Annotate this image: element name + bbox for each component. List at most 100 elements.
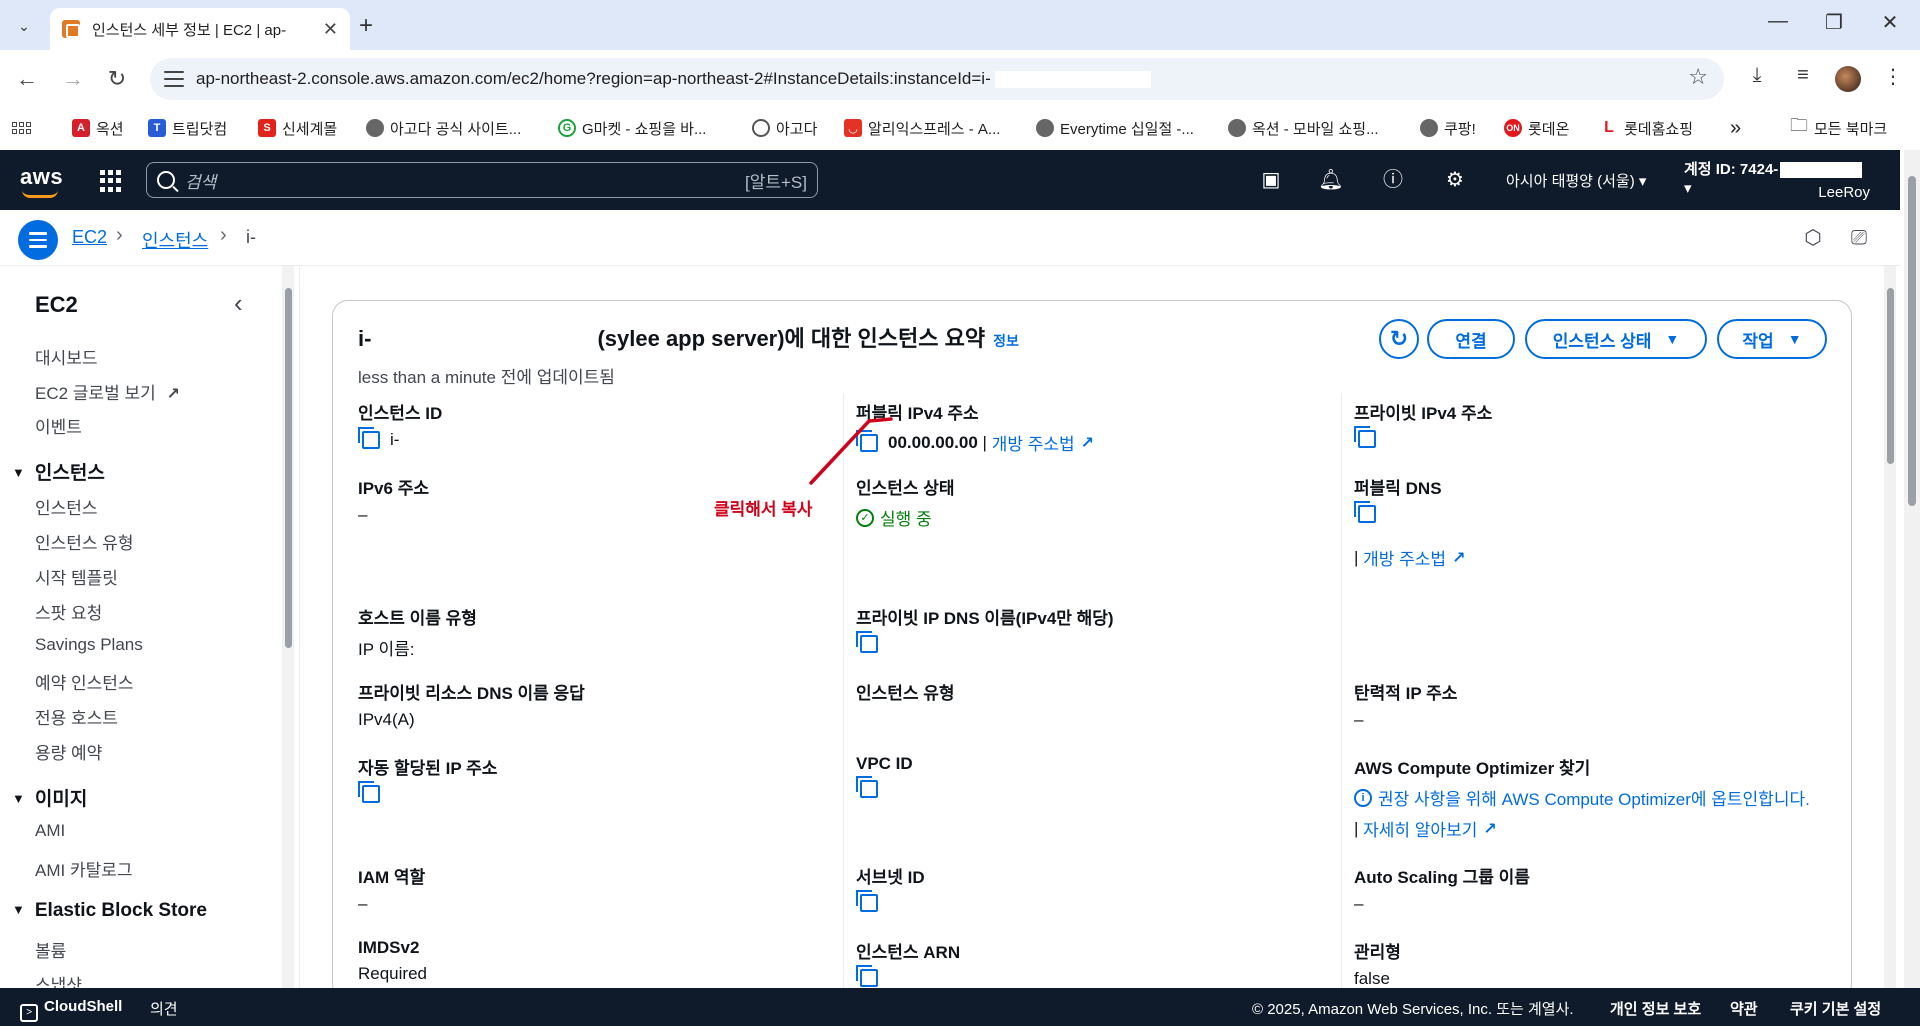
breadcrumb-instances[interactable]: 인스턴스: [142, 227, 208, 253]
copy-icon[interactable]: [856, 890, 878, 912]
gmarket-icon: G: [558, 119, 576, 137]
copy-icon[interactable]: [856, 776, 878, 798]
privacy-link[interactable]: 개인 정보 보호: [1610, 998, 1701, 1019]
cloudshell-button[interactable]: > CloudShell: [20, 998, 122, 1022]
copy-icon[interactable]: [856, 965, 878, 987]
cookie-preferences-link[interactable]: 쿠키 기본 설정: [1790, 998, 1881, 1019]
bookmark-item[interactable]: S 신세계몰: [258, 112, 337, 144]
notifications-panel-icon[interactable]: ⬡: [1800, 225, 1826, 251]
side-section-images[interactable]: 이미지: [12, 784, 87, 811]
apps-icon[interactable]: [12, 112, 31, 144]
browser-tab[interactable]: 인스턴스 세부 정보 | EC2 | ap- ✕: [50, 8, 350, 50]
side-item-snapshots[interactable]: 스냅샷: [35, 971, 82, 988]
side-scrollbar-thumb[interactable]: [285, 288, 292, 648]
field-iam-role: IAM 역할 –: [358, 868, 426, 913]
field-compute-optimizer: AWS Compute Optimizer 찾기 i 권장 사항을 위해 AWS …: [1354, 759, 1810, 841]
globe-icon: [1036, 119, 1054, 137]
url-text[interactable]: ap-northeast-2.console.aws.amazon.com/ec…: [196, 69, 991, 89]
bookmark-item[interactable]: ◡ 알리익스프레스 - A...: [844, 112, 1000, 144]
bookmark-item[interactable]: 옥션 - 모바일 쇼핑...: [1228, 112, 1379, 144]
close-tab-icon[interactable]: ✕: [323, 19, 338, 40]
bookmark-item[interactable]: 아고다: [752, 112, 817, 144]
services-grid-icon[interactable]: [100, 170, 122, 192]
bookmark-item[interactable]: ON 롯데온: [1504, 112, 1569, 144]
info-link[interactable]: 정보: [993, 333, 1019, 349]
side-nav-toggle-icon[interactable]: [18, 220, 58, 260]
side-item-spot-requests[interactable]: 스팟 요청: [35, 599, 102, 624]
side-item-capacity-reservations[interactable]: 용량 예약: [35, 739, 102, 764]
copy-icon[interactable]: [358, 427, 380, 449]
region-selector[interactable]: 아시아 태평양 (서울) ▾: [1506, 170, 1646, 191]
instance-state-button[interactable]: 인스턴스 상태 ▼: [1525, 319, 1707, 359]
bookmark-item[interactable]: A 옥션: [72, 112, 124, 144]
cloudshell-icon[interactable]: ▣: [1258, 167, 1284, 193]
bookmark-item[interactable]: Everytime 십일절 -...: [1036, 112, 1194, 144]
side-section-instances[interactable]: 인스턴스: [12, 458, 105, 485]
bookmark-item[interactable]: L 롯데홈쇼핑: [1600, 112, 1693, 144]
aws-logo[interactable]: aws: [20, 164, 63, 190]
copy-icon[interactable]: [856, 631, 878, 653]
side-item-global-view[interactable]: EC2 글로벌 보기 ↗: [35, 379, 180, 404]
bookmark-item[interactable]: G G마켓 - 쇼핑을 바...: [558, 112, 706, 144]
bookmark-item[interactable]: T 트립닷컴: [148, 112, 227, 144]
optimizer-opt-in-link[interactable]: 권장 사항을 위해 AWS Compute Optimizer에 옵트인합니다.: [1378, 785, 1810, 810]
connect-button[interactable]: 연결: [1427, 319, 1515, 359]
side-item-savings-plans[interactable]: Savings Plans: [35, 635, 143, 655]
menu-icon[interactable]: ⋮: [1878, 64, 1908, 89]
side-item-reserved-instances[interactable]: 예약 인스턴스: [35, 669, 134, 694]
breadcrumb-ec2[interactable]: EC2: [72, 227, 107, 248]
refresh-button[interactable]: ↻: [1379, 319, 1419, 359]
tools-panel-icon[interactable]: ⎚: [1846, 225, 1872, 251]
collapse-icon[interactable]: ‹: [234, 288, 243, 319]
side-item-ami-catalog[interactable]: AMI 카탈로그: [35, 856, 133, 881]
bell-icon[interactable]: 🔔︎: [1318, 167, 1344, 193]
profile-avatar[interactable]: [1835, 66, 1861, 92]
page-scrollbar[interactable]: [1904, 150, 1920, 988]
page-scrollbar-thumb[interactable]: [1908, 176, 1916, 506]
gear-icon[interactable]: ⚙: [1442, 167, 1468, 193]
forward-icon[interactable]: →: [58, 64, 88, 94]
learn-more-link[interactable]: 자세히 알아보기: [1363, 816, 1477, 841]
site-info-icon[interactable]: [164, 69, 184, 89]
restore-icon[interactable]: ❐: [1814, 10, 1854, 35]
main-scrollbar-thumb[interactable]: [1887, 288, 1894, 464]
reload-icon[interactable]: ↻: [102, 64, 132, 94]
side-section-ebs[interactable]: Elastic Block Store: [12, 900, 207, 922]
lottehomeshop-icon: L: [1600, 119, 1618, 137]
copy-icon[interactable]: [358, 781, 380, 803]
copy-icon[interactable]: [1354, 426, 1376, 448]
actions-button[interactable]: 작업 ▼: [1717, 319, 1827, 359]
bookmark-star-icon[interactable]: ☆: [1688, 64, 1708, 90]
address-bar[interactable]: ap-northeast-2.console.aws.amazon.com/ec…: [150, 58, 1724, 100]
minimize-icon[interactable]: —: [1758, 10, 1798, 33]
help-icon[interactable]: ⓘ: [1380, 167, 1406, 193]
main-scrollbar[interactable]: [1884, 266, 1896, 988]
bookmark-item[interactable]: 아고다 공식 사이트...: [366, 112, 521, 144]
side-item-volumes[interactable]: 볼륨: [35, 937, 66, 962]
new-tab-icon[interactable]: +: [352, 12, 380, 40]
side-item-dashboard[interactable]: 대시보드: [35, 344, 98, 369]
search-input[interactable]: 검색 [알트+S]: [146, 162, 818, 198]
side-scrollbar[interactable]: [282, 266, 294, 988]
open-address-link[interactable]: 개방 주소법: [1363, 545, 1446, 570]
bookmarks-more[interactable]: »: [1730, 112, 1741, 144]
account-menu[interactable]: 계정 ID: 7424- ▾ LeeRoy: [1684, 158, 1870, 201]
side-item-launch-templates[interactable]: 시작 템플릿: [35, 564, 118, 589]
open-address-link[interactable]: 개방 주소법: [992, 430, 1075, 455]
side-item-dedicated-hosts[interactable]: 전용 호스트: [35, 704, 118, 729]
side-item-instances[interactable]: 인스턴스: [35, 494, 98, 519]
feedback-link[interactable]: 의견: [150, 998, 178, 1019]
side-item-ami[interactable]: AMI: [35, 821, 65, 841]
media-control-icon[interactable]: ≡: [1788, 64, 1818, 87]
terms-link[interactable]: 약관: [1730, 998, 1758, 1019]
download-icon[interactable]: ⤓: [1742, 64, 1772, 87]
side-item-events[interactable]: 이벤트: [35, 413, 82, 438]
all-bookmarks[interactable]: 🗀 모든 북마크: [1790, 112, 1887, 144]
close-window-icon[interactable]: ✕: [1870, 10, 1910, 35]
tab-search-icon[interactable]: ⌄: [10, 12, 38, 40]
bookmark-item[interactable]: 쿠팡!: [1420, 112, 1476, 144]
side-item-instance-types[interactable]: 인스턴스 유형: [35, 529, 134, 554]
copy-icon[interactable]: [1354, 501, 1376, 523]
address-row: ← → ↻ ap-northeast-2.console.aws.amazon.…: [0, 50, 1920, 108]
back-icon[interactable]: ←: [12, 64, 42, 94]
